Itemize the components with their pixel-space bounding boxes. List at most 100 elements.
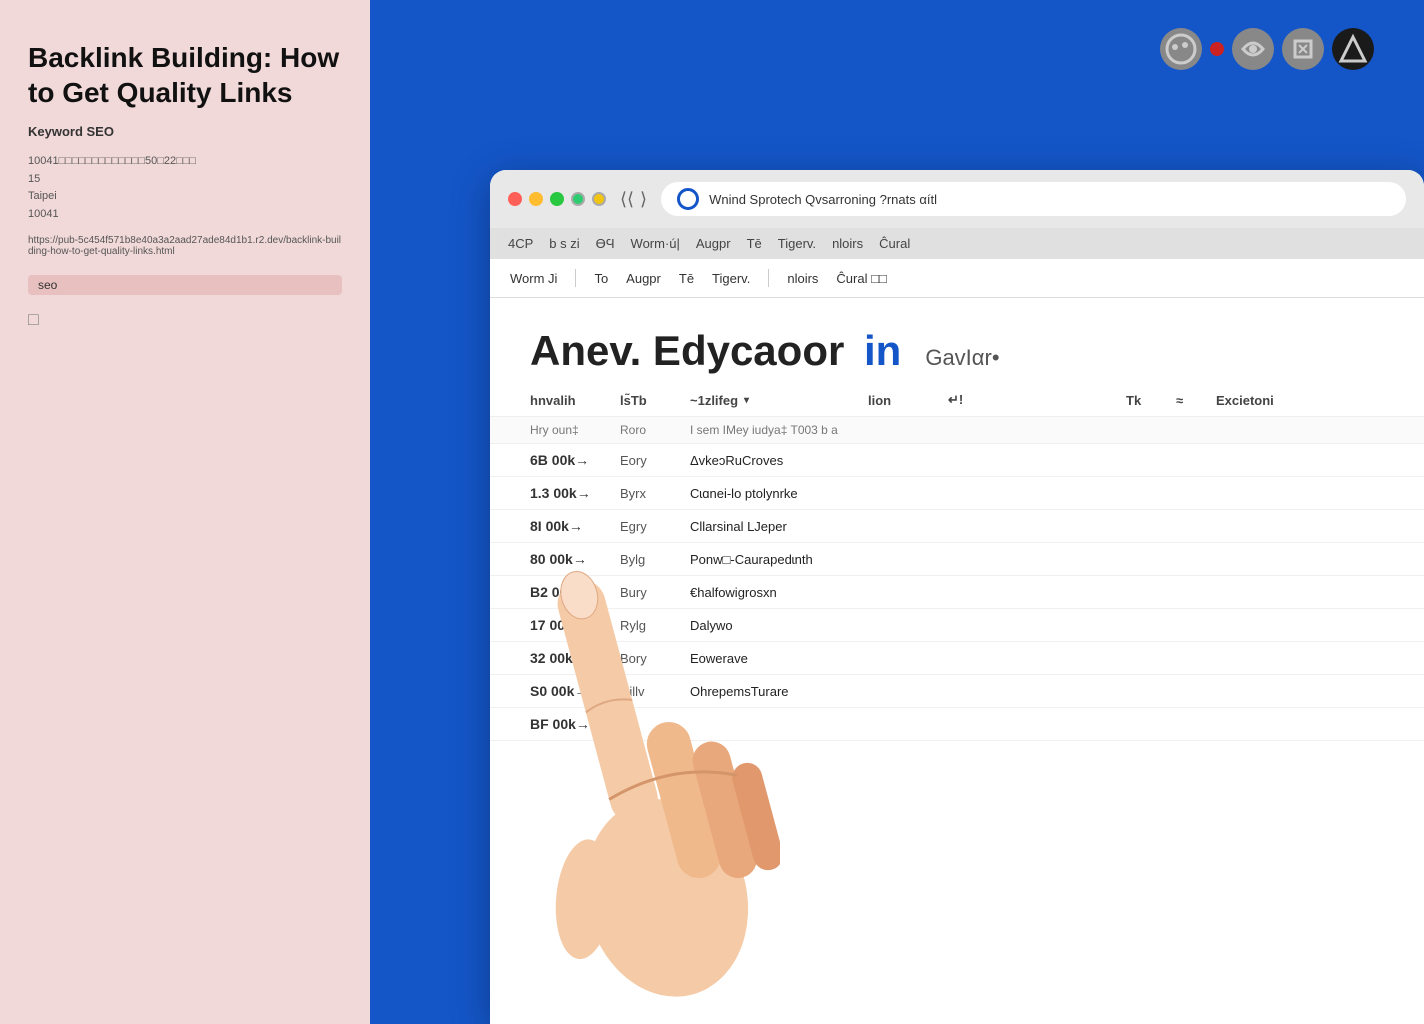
sidebar-meta: 10041□□□□□□□□□□□□□50□22□□□ 15 Taipei 100… bbox=[28, 153, 342, 223]
deco-icon-3 bbox=[1282, 28, 1324, 70]
th-lion: lion bbox=[868, 393, 948, 408]
dr-name: Eowerave bbox=[690, 651, 1394, 666]
dr-type: Eory bbox=[620, 453, 690, 468]
tab-0[interactable]: 4ϹP bbox=[508, 236, 533, 251]
sidebar-title: Backlink Building: How to Get Quality Li… bbox=[28, 40, 342, 110]
nav-buttons: ⟨⟨ ⟩ bbox=[620, 189, 647, 210]
minimize-button[interactable] bbox=[529, 192, 543, 206]
title-part1: Anev. Edycaoor bbox=[530, 327, 844, 374]
table-row: 80 00k→ Bylɡ Ponw□-Caurapedɩnth bbox=[490, 543, 1424, 576]
sidebar-icon: □ bbox=[28, 309, 342, 330]
sidebar-url: https://pub-5c454f571b8e40a3a2aad27ade84… bbox=[28, 235, 342, 257]
dr-name: Cɩɑnei-lo ptolynrke bbox=[690, 486, 1394, 501]
content-title: Anev. Edycaoor in bbox=[530, 328, 909, 374]
address-bar[interactable]: Wnind Sprotech Qvsarroning ?rnats αítl bbox=[661, 182, 1406, 216]
toolbar-te[interactable]: Tē bbox=[679, 271, 694, 286]
sidebar-subtitle: Keyword SEO bbox=[28, 124, 342, 139]
toolbar-divider2 bbox=[768, 269, 769, 287]
title-part2: in bbox=[864, 327, 901, 374]
table-row: 8I 00k→ Egry Cllarsinal LJeper bbox=[490, 510, 1424, 543]
tab-4[interactable]: Augpr bbox=[696, 236, 731, 251]
data-rows: 6B 00k→ Eory ΔvkeɔRuCroves 1.3 00k→ Byrx… bbox=[490, 444, 1424, 1024]
table-subheader: Hry oun‡ Roro I sem IMey iudya‡ T003 b a bbox=[490, 417, 1424, 444]
table-row: B2 00k→ Bury €halfowigrosxn bbox=[490, 576, 1424, 609]
th-arrow: ↵! bbox=[948, 392, 1126, 408]
deco-dot-red bbox=[1210, 42, 1224, 56]
dr-type: Byrx bbox=[620, 486, 690, 501]
extra-button2[interactable] bbox=[592, 192, 606, 206]
th-tk: Tk bbox=[1126, 393, 1176, 408]
content-header: Anev. Edycaoor in GavIαr• bbox=[490, 298, 1424, 384]
top-icons bbox=[1160, 28, 1374, 70]
sidebar: Backlink Building: How to Get Quality Li… bbox=[0, 0, 370, 1024]
dr-type: Nillv bbox=[620, 684, 690, 699]
deco-icon-1 bbox=[1160, 28, 1202, 70]
dr-name: Cllarsinal LJeper bbox=[690, 519, 1394, 534]
th-zlifeg: ~1zlifeg ▾ bbox=[690, 393, 868, 408]
dr-vol: 32 00k→ bbox=[530, 650, 620, 666]
tab-6[interactable]: Tigerv. bbox=[778, 236, 816, 251]
sort-icon[interactable]: ▾ bbox=[744, 395, 749, 406]
dr-vol: S0 00k→ bbox=[530, 683, 620, 699]
browser-chrome: ⟨⟨ ⟩ Wnind Sprotech Qvsarroning ?rnats α… bbox=[490, 170, 1424, 228]
dr-vol: BF 00k→ bbox=[530, 716, 620, 732]
tsh-hryoun: Hry oun‡ bbox=[530, 423, 620, 437]
back-icon[interactable]: ⟨⟨ bbox=[620, 189, 634, 210]
toolbar-ural[interactable]: Ĉural □□ bbox=[836, 271, 886, 286]
tab-8[interactable]: Ĉural bbox=[879, 236, 910, 251]
dr-name: €halfowigrosxn bbox=[690, 585, 1394, 600]
dr-vol: 80 00k→ bbox=[530, 551, 620, 567]
maximize-button[interactable] bbox=[550, 192, 564, 206]
th-excietoni: Excietoni bbox=[1216, 393, 1394, 408]
browser-window: ⟨⟨ ⟩ Wnind Sprotech Qvsarroning ?rnats α… bbox=[490, 170, 1424, 1024]
dr-type: Egry bbox=[620, 519, 690, 534]
toolbar-worm-ji[interactable]: Worm Ji bbox=[510, 271, 557, 286]
dr-vol: B2 00k→ bbox=[530, 584, 620, 600]
traffic-lights bbox=[508, 192, 606, 206]
table-row: 17 00k→ Rylɡ Dalywo bbox=[490, 609, 1424, 642]
th-lstb: ls̃Tb bbox=[620, 393, 690, 408]
browser-content: Anev. Edycaoor in GavIαr• hnvalih ls̃Tb … bbox=[490, 298, 1424, 1024]
dr-vol: 8I 00k→ bbox=[530, 518, 620, 534]
browser-toolbar: Worm Ji To Augpr Tē Tigerv. nloirs Ĉural… bbox=[490, 259, 1424, 298]
tab-5[interactable]: Tē bbox=[747, 236, 762, 251]
dr-vol: 17 00k→ bbox=[530, 617, 620, 633]
sidebar-tag: seo bbox=[28, 275, 342, 295]
table-row: 6B 00k→ Eory ΔvkeɔRuCroves bbox=[490, 444, 1424, 477]
tab-2[interactable]: ϴϤ bbox=[596, 236, 615, 251]
close-button[interactable] bbox=[508, 192, 522, 206]
tsh-isem: I sem IMey iudya‡ T003 b a bbox=[690, 423, 1394, 437]
deco-icon-2 bbox=[1232, 28, 1274, 70]
browser-tabs-bar: 4ϹP b s zi ϴϤ Worm·ú| Augpr Tē Tigerv. n… bbox=[490, 228, 1424, 259]
dr-name: Ponw□-Caurapedɩnth bbox=[690, 552, 1394, 567]
th-approx: ≈ bbox=[1176, 393, 1216, 408]
dr-vol: 6B 00k→ bbox=[530, 452, 620, 468]
th-hnvalih: hnvalih bbox=[530, 393, 620, 408]
dr-vol: 1.3 00k→ bbox=[530, 485, 620, 501]
table-row: S0 00k→ Nillv OhrepemsTurare bbox=[490, 675, 1424, 708]
toolbar-nloirs[interactable]: nloirs bbox=[787, 271, 818, 286]
toolbar-tiger[interactable]: Tigerv. bbox=[712, 271, 750, 286]
tab-7[interactable]: nloirs bbox=[832, 236, 863, 251]
address-text: Wnind Sprotech Qvsarroning ?rnats αítl bbox=[709, 192, 1390, 207]
toolbar-augpr[interactable]: Augpr bbox=[626, 271, 661, 286]
table-row: 1.3 00k→ Byrx Cɩɑnei-lo ptolynrke bbox=[490, 477, 1424, 510]
dr-name: Dalywo bbox=[690, 618, 1394, 633]
toolbar-to[interactable]: To bbox=[594, 271, 608, 286]
content-subtitle: GavIαr• bbox=[925, 345, 999, 371]
tab-3[interactable]: Worm·ú| bbox=[631, 236, 680, 251]
tab-1[interactable]: b s zi bbox=[549, 236, 579, 251]
dr-name: OhrepemsTurare bbox=[690, 684, 1394, 699]
dr-type: Bory bbox=[620, 651, 690, 666]
dr-type: Bylɡ bbox=[620, 552, 690, 567]
table-row: 32 00k→ Bory Eowerave bbox=[490, 642, 1424, 675]
toolbar-divider bbox=[575, 269, 576, 287]
deco-icon-4 bbox=[1332, 28, 1374, 70]
table-header: hnvalih ls̃Tb ~1zlifeg ▾ lion ↵! Tk ≈ Ex… bbox=[490, 384, 1424, 417]
main-area: ⟨⟨ ⟩ Wnind Sprotech Qvsarroning ?rnats α… bbox=[370, 0, 1424, 1024]
site-icon bbox=[677, 188, 699, 210]
extra-button[interactable] bbox=[571, 192, 585, 206]
forward-icon[interactable]: ⟩ bbox=[640, 189, 647, 210]
tsh-roro: Roro bbox=[620, 423, 690, 437]
dr-type: Rylɡ bbox=[620, 618, 690, 633]
